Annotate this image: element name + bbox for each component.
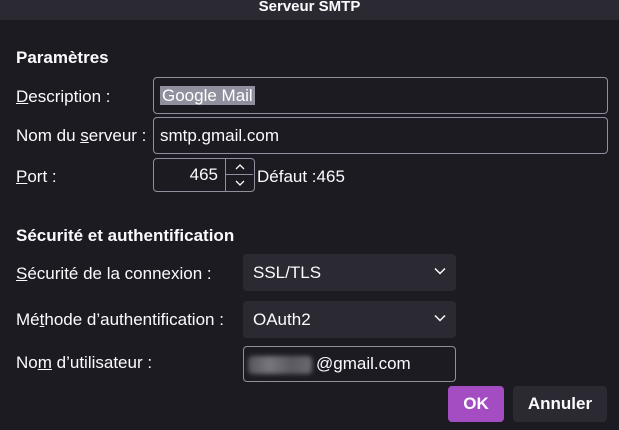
spin-up-button[interactable] — [226, 159, 253, 175]
connection-security-label: Sécurité de la connexion : — [16, 264, 212, 284]
port-input[interactable]: 465 — [153, 158, 255, 192]
server-name-label-pre: Nom du — [16, 126, 81, 145]
chevron-down-icon — [235, 180, 244, 186]
cancel-button[interactable]: Annuler — [513, 386, 607, 422]
connection-security-accesskey: S — [16, 264, 28, 283]
security-heading: Sécurité et authentification — [16, 226, 235, 245]
server-name-value: smtp.gmail.com — [160, 126, 280, 145]
server-name-label-post: erveur : — [88, 126, 147, 145]
window-title: Serveur SMTP — [0, 0, 619, 20]
description-label-accesskey: D — [16, 87, 29, 106]
auth-method-label-pre: Mé — [16, 310, 40, 329]
ok-button[interactable]: OK — [448, 386, 504, 422]
spin-down-button[interactable] — [226, 175, 253, 190]
chevron-up-icon — [235, 163, 244, 169]
server-name-label-accesskey: s — [80, 126, 89, 145]
username-label-pre: No — [16, 353, 38, 372]
connection-security-select[interactable]: SSL/TLS — [243, 254, 456, 291]
port-value: 465 — [189, 165, 218, 184]
username-accesskey: m — [37, 353, 52, 372]
server-name-field[interactable]: smtp.gmail.com — [153, 117, 608, 154]
auth-method-label: Méthode d’authentification : — [16, 310, 224, 330]
auth-method-select[interactable]: OAuth2 — [243, 301, 456, 338]
description-label: Description : — [16, 87, 110, 107]
username-label-post: d’utilisateur : — [51, 353, 153, 372]
description-label-text: escription : — [28, 87, 111, 106]
port-label-text: ort : — [27, 167, 57, 186]
port-label: Port : — [16, 167, 57, 187]
port-default-text: Défaut :465 — [257, 167, 345, 186]
server-name-label: Nom du serveur : — [16, 126, 146, 146]
description-value: Google Mail — [160, 86, 255, 105]
settings-heading: Paramètres — [16, 48, 109, 67]
chevron-down-icon — [434, 267, 446, 275]
port-spinner — [225, 159, 254, 191]
port-label-accesskey: P — [16, 167, 28, 186]
username-label: Nom d’utilisateur : — [16, 353, 152, 373]
connection-security-value: SSL/TLS — [253, 263, 322, 282]
username-field[interactable]: @gmail.com — [243, 346, 456, 382]
redacted-username — [248, 355, 312, 374]
auth-method-value: OAuth2 — [253, 310, 311, 329]
auth-method-label-post: hode d’authentification : — [44, 310, 224, 329]
connection-security-label-text: écurité de la connexion : — [27, 264, 212, 283]
chevron-down-icon — [434, 314, 446, 322]
username-domain: @gmail.com — [316, 354, 411, 373]
description-field[interactable]: Google Mail — [153, 77, 608, 114]
